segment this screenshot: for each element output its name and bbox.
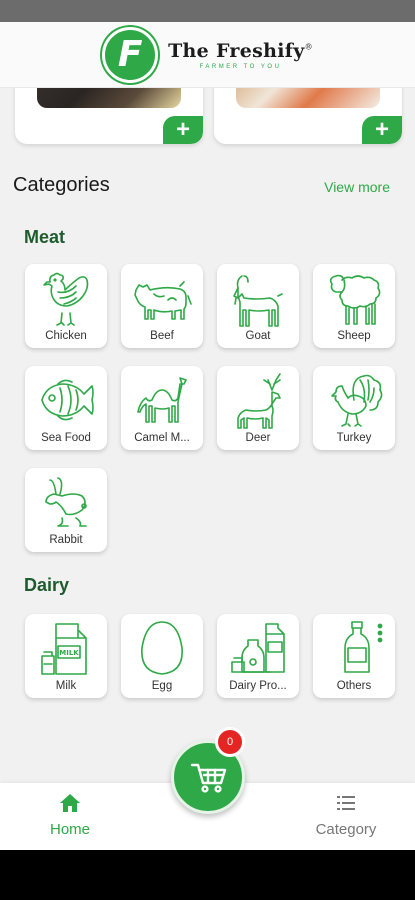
category-tile-egg[interactable]: Egg: [121, 614, 203, 698]
category-tile-chicken[interactable]: Chicken: [25, 264, 107, 348]
tile-label: Goat: [245, 330, 271, 342]
category-tile-sea-food[interactable]: Sea Food: [25, 366, 107, 450]
view-more-link[interactable]: View more: [324, 179, 390, 195]
tile-label: Turkey: [336, 432, 372, 444]
category-tile-sheep[interactable]: Sheep: [313, 264, 395, 348]
home-icon: [60, 794, 80, 812]
shopping-cart-icon: [190, 763, 227, 793]
category-tile-goat[interactable]: Goat: [217, 264, 299, 348]
brand: The Freshify® FARMER TO YOU: [168, 40, 313, 70]
logo-letter: F: [117, 34, 143, 75]
dairy-products-icon: [231, 623, 285, 673]
app-header: F The Freshify® FARMER TO YOU: [0, 22, 415, 88]
chicken-icon: [43, 272, 89, 326]
section-title-dairy: Dairy: [24, 575, 70, 595]
tile-label: Camel M...: [134, 432, 190, 444]
cart-count-badge: 0: [215, 727, 245, 757]
status-bar: [0, 0, 415, 22]
tile-label: Others: [336, 680, 372, 692]
category-tile-dairy-products[interactable]: Dairy Pro...: [217, 614, 299, 698]
nav-home[interactable]: Home: [20, 791, 120, 838]
deer-icon: [237, 373, 281, 429]
tile-label: Rabbit: [49, 534, 83, 546]
egg-icon: [141, 621, 183, 675]
nav-category-label: Category: [315, 821, 377, 838]
category-tile-camel-meat[interactable]: Camel M...: [121, 366, 203, 450]
nav-home-label: Home: [49, 821, 90, 838]
logo: F: [102, 26, 159, 83]
milk-carton-text: MILK: [59, 649, 79, 657]
nav-category[interactable]: Category: [296, 791, 396, 838]
tile-label: Chicken: [45, 330, 87, 342]
categories-title: Categories: [13, 174, 110, 196]
category-tile-beef[interactable]: Beef: [121, 264, 203, 348]
tile-label: Sheep: [337, 330, 371, 342]
category-tile-turkey[interactable]: Turkey: [313, 366, 395, 450]
registered-mark: ®: [304, 42, 313, 52]
tile-label: Milk: [55, 680, 77, 692]
cow-icon: [134, 281, 192, 320]
turkey-icon: [331, 374, 383, 427]
tile-label: Beef: [150, 330, 174, 342]
tile-label: Sea Food: [41, 432, 91, 444]
tile-label: Deer: [245, 432, 271, 444]
brand-name: The Freshify®: [168, 39, 313, 62]
add-to-cart-button[interactable]: +: [163, 116, 203, 144]
sheep-icon: [329, 274, 381, 325]
category-tile-others[interactable]: Others: [313, 614, 395, 698]
add-to-cart-button[interactable]: +: [362, 116, 402, 144]
section-title-meat: Meat: [24, 227, 66, 247]
tile-label: Egg: [151, 680, 173, 692]
goat-icon: [233, 275, 283, 327]
list-icon: [337, 796, 355, 810]
tile-label: Dairy Pro...: [229, 680, 287, 692]
category-tile-milk[interactable]: MILK Milk: [25, 614, 107, 698]
category-tile-rabbit[interactable]: Rabbit: [25, 468, 107, 552]
rabbit-icon: [45, 477, 87, 527]
bottle-icon: [344, 621, 383, 673]
system-nav-bar: [0, 850, 415, 900]
milk-carton-icon: MILK: [41, 623, 87, 675]
camel-icon: [137, 377, 187, 423]
category-tile-deer[interactable]: Deer: [217, 366, 299, 450]
fish-icon: [41, 379, 94, 421]
brand-tagline: FARMER TO YOU: [199, 63, 282, 70]
